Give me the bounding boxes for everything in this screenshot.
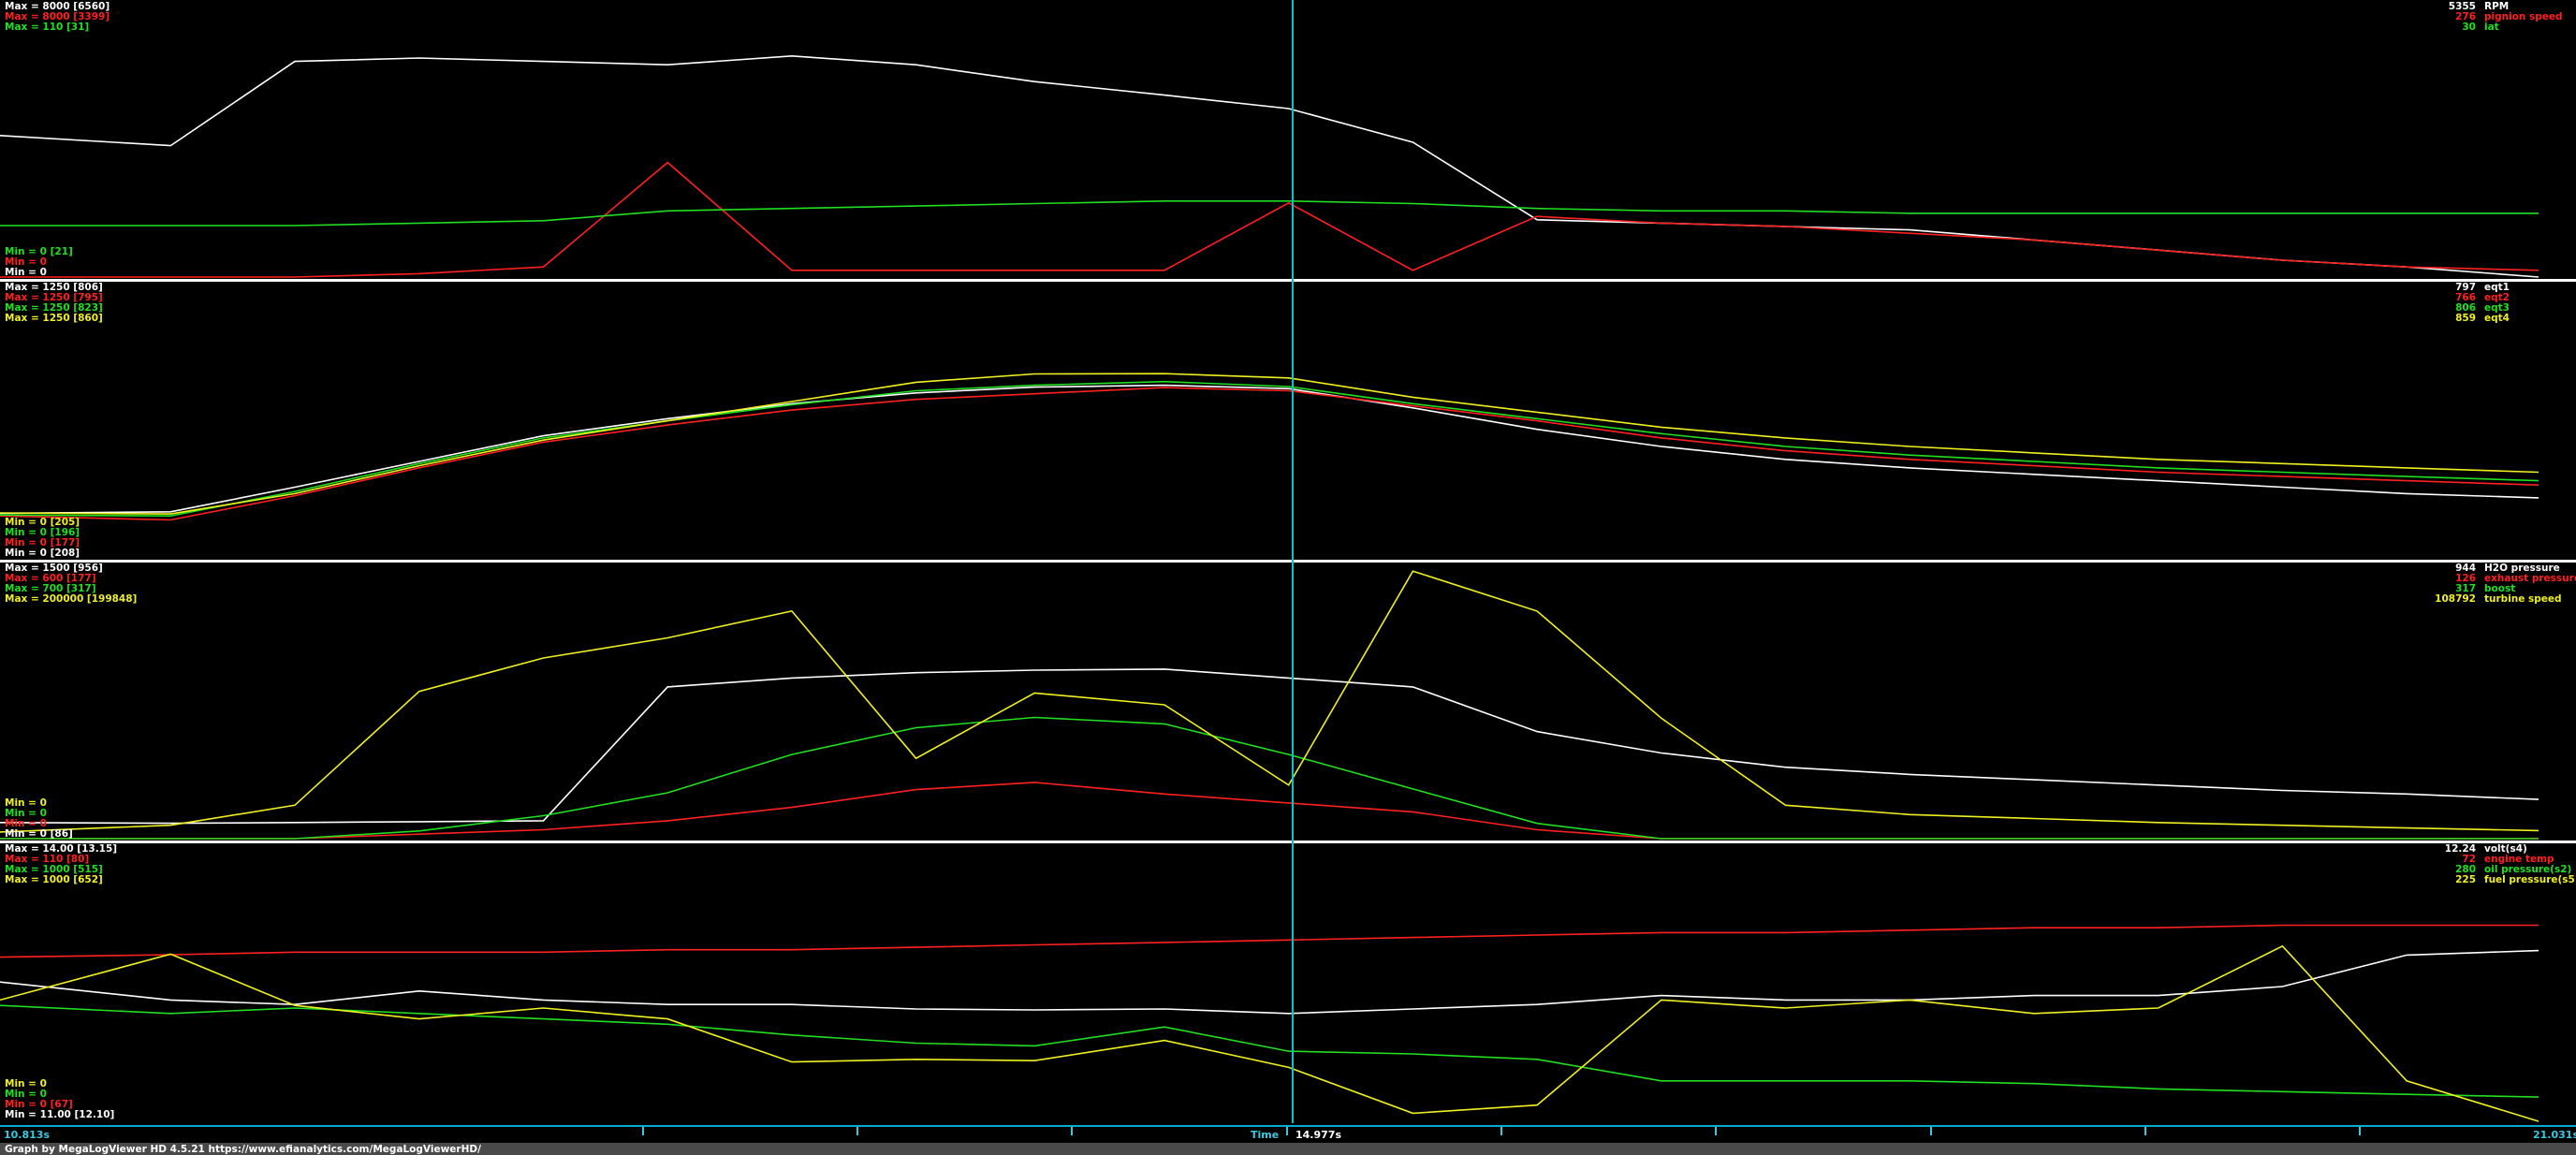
min-label: Min = 0 [208] [5,548,80,559]
series-line-rpm [0,54,2539,278]
time-axis-tick [1500,1127,1502,1135]
cursor-value: 225 [2455,874,2476,885]
time-cursor[interactable] [1292,0,1294,1140]
series-name: fuel pressure(s5) [2484,874,2576,885]
cursor-value: 859 [2455,313,2476,324]
cursor-value: 108792 [2435,593,2476,605]
time-axis-tick [1071,1127,1073,1135]
series-line-oil-pressure-s2- [0,1004,2539,1098]
series-line-eqt2 [0,387,2539,521]
series-name: eqt4 [2484,313,2510,324]
time-axis-tick [2144,1127,2146,1135]
series-line-boost [0,716,2539,840]
series-line-exhaust-pressure [0,782,2539,840]
cursor-value: 30 [2462,22,2476,33]
max-label: Max = 1000 [652] [5,874,103,885]
series-line-h2o-pressure [0,668,2539,825]
series-line-fuel-pressure-s5- [0,944,2539,1122]
time-axis-tick [1715,1127,1717,1135]
series-line-eqt3 [0,380,2539,518]
series-line-volt-s4- [0,949,2539,1015]
min-label: Min = 11.00 [12.10] [5,1109,115,1120]
chart-lines [0,54,2539,1122]
time-axis-tick [1286,1127,1288,1135]
time-axis-tick [856,1127,858,1135]
series-line-engine-temp [0,924,2539,958]
series-line-eqt4 [0,373,2539,515]
min-label: Min = 0 [86] [5,828,73,840]
time-axis-cursor-value: 14.977s [1295,1129,1341,1141]
time-axis-tick [1930,1127,1932,1135]
series-name: iat [2484,22,2499,33]
max-label: Max = 110 [31] [5,22,90,33]
time-axis-line [0,1125,2576,1127]
footer-credit: Graph by MegaLogViewer HD 4.5.21 https:/… [5,1144,481,1155]
time-axis-tick [2359,1127,2361,1135]
series-line-turbine-speed [0,570,2539,833]
time-axis-label: Time [1251,1129,1280,1141]
series-line-pignion-speed [0,161,2539,278]
series-name: turbine speed [2484,593,2562,605]
min-label: Min = 0 [5,267,47,278]
time-axis-start: 10.813s [4,1129,50,1141]
time-axis-end: 21.031s [2533,1129,2576,1141]
max-label: Max = 200000 [199848] [5,593,138,605]
max-label: Max = 1250 [860] [5,313,103,324]
time-axis-tick [642,1127,644,1135]
series-line-eqt1 [0,384,2539,515]
